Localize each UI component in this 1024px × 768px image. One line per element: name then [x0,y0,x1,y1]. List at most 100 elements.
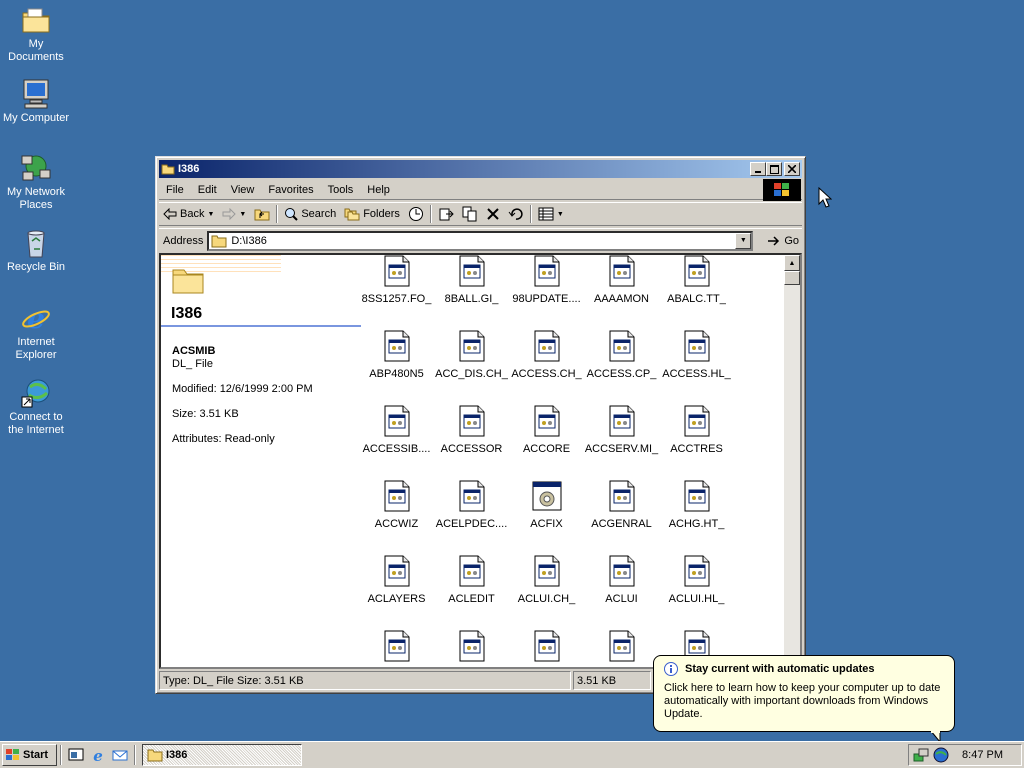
dropdown-arrow-icon[interactable]: ▼ [207,211,214,218]
start-label: Start [23,749,49,761]
menu-tools[interactable]: Tools [321,184,361,196]
desktop-icon-my-documents[interactable]: My Documents [0,4,72,64]
file-item-label: ACLUI [605,593,638,605]
forward-arrow-icon [222,208,237,220]
file-item[interactable]: ACFIX [509,480,584,530]
file-item[interactable]: ACCESS.HL_ [659,330,734,380]
file-item[interactable]: ACCESS.CH_ [509,330,584,380]
show-desktop-icon[interactable] [68,747,84,763]
window-title: I386 [178,163,200,175]
menu-help[interactable]: Help [360,184,397,196]
dropdown-arrow-icon[interactable]: ▼ [239,211,246,218]
file-item-label: ACCTRES [670,443,723,455]
file-item[interactable]: ACCESSIB.... [359,405,434,455]
scroll-up-button[interactable]: ▲ [784,255,800,271]
file-item[interactable]: ACCTRES [659,405,734,455]
file-item[interactable]: AAAAMON [584,255,659,305]
file-item[interactable]: ACLAYERS [359,555,434,605]
file-item[interactable]: ACLEDIT [434,555,509,605]
dropdown-arrow-icon[interactable]: ▼ [557,211,564,218]
windows-update-tray-icon[interactable] [933,747,949,763]
file-item[interactable]: ACC_DIS.CH_ [434,330,509,380]
desktop-icon-my-computer[interactable]: My Computer [0,78,72,125]
address-input[interactable]: D:\I386 ▼ [207,230,754,251]
file-item[interactable]: ACHG.HT_ [659,480,734,530]
file-item[interactable]: ACCSERV.MI_ [584,405,659,455]
system-file-icon [609,405,634,437]
ie-icon[interactable]: e [90,747,106,763]
taskbar-clock[interactable]: 8:47 PM [962,749,1003,761]
file-item[interactable]: 98UPDATE.... [509,255,584,305]
views-button[interactable]: ▼ [534,203,568,225]
selected-file-modified: Modified: 12/6/1999 2:00 PM [172,383,313,395]
go-label: Go [784,234,800,247]
folders-button[interactable]: Folders [340,203,404,225]
file-item[interactable]: ACCWIZ [359,480,434,530]
file-item[interactable]: ACGENRAL [584,480,659,530]
chevron-down-icon: ▼ [739,237,747,244]
mouse-pointer-icon [818,187,832,208]
file-item-label: ACFIX [530,518,563,530]
system-file-icon [609,255,634,287]
file-item-label: ACELPDEC.... [435,518,508,530]
file-item[interactable] [359,630,434,667]
file-item[interactable] [584,630,659,667]
file-item[interactable]: 8BALL.GI_ [434,255,509,305]
vertical-scrollbar[interactable]: ▲ [784,255,800,667]
file-item[interactable]: ABALC.TT_ [659,255,734,305]
file-item[interactable]: ACCESSOR [434,405,509,455]
folder-up-icon [254,209,270,221]
search-button[interactable]: Search [280,203,340,225]
file-item[interactable]: ACLUI [584,555,659,605]
undo-button[interactable] [504,203,528,225]
menu-view[interactable]: View [224,184,262,196]
scroll-thumb[interactable] [784,271,800,285]
file-item[interactable]: ACCORE [509,405,584,455]
back-button[interactable]: Back ▼ [159,203,218,225]
file-item-label: ACLUI.HL_ [668,593,725,605]
minimize-button[interactable] [750,162,766,176]
copy-to-button[interactable] [458,203,482,225]
menu-edit[interactable]: Edit [191,184,224,196]
windows-flag-icon [774,183,789,196]
start-button[interactable]: Start [2,744,57,766]
file-item[interactable]: ACELPDEC.... [434,480,509,530]
file-item[interactable] [509,630,584,667]
computer-icon [23,79,49,109]
selected-file-size: Size: 3.51 KB [172,408,239,420]
close-button[interactable] [784,162,800,176]
desktop-icon-network[interactable]: My Network Places [0,152,72,212]
file-item[interactable]: ACLUI.CH_ [509,555,584,605]
explorer-window: I386 File Edit View Favorites Tools Help [155,156,806,694]
system-file-icon [459,480,484,512]
history-button[interactable] [404,203,428,225]
system-file-icon [534,330,559,362]
menu-favorites[interactable]: Favorites [261,184,320,196]
taskbar-item-i386[interactable]: I386 [142,744,302,766]
forward-button[interactable]: ▼ [218,203,250,225]
file-item[interactable]: ABP480N5 [359,330,434,380]
file-item[interactable]: ACCESS.CP_ [584,330,659,380]
delete-button[interactable] [482,203,504,225]
outlook-express-icon[interactable] [112,747,128,763]
recycle-bin-icon [27,230,45,258]
update-notification-balloon[interactable]: Stay current with automatic updates Clic… [653,655,955,732]
desktop-icon-internet-explorer[interactable]: e Internet Explorer [0,302,72,362]
go-button[interactable]: Go [767,235,799,247]
file-item[interactable]: ACLUI.HL_ [659,555,734,605]
file-item[interactable] [434,630,509,667]
system-file-icon [384,480,409,512]
maximize-button[interactable] [766,162,782,176]
window-titlebar[interactable]: I386 [159,160,802,178]
delete-icon [487,208,499,220]
desktop-icon-connect[interactable]: Connect to the Internet [0,377,72,437]
file-item[interactable]: 8SS1257.FO_ [359,255,434,305]
address-dropdown-button[interactable]: ▼ [735,232,752,249]
desktop-icon-recycle-bin[interactable]: Recycle Bin [0,227,72,274]
arrow-up-icon: ▲ [788,259,796,267]
selected-file-attributes: Attributes: Read-only [172,433,275,445]
move-to-button[interactable] [434,203,458,225]
network-tray-icon[interactable] [913,747,929,763]
menu-file[interactable]: File [159,184,191,196]
up-button[interactable] [250,203,274,225]
